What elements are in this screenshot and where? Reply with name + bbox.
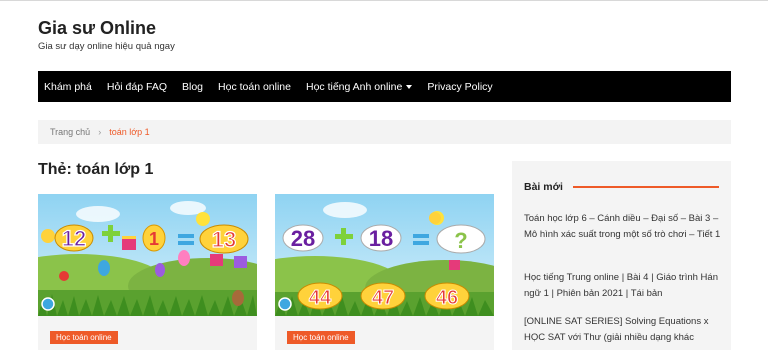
nav-item-blog[interactable]: Blog bbox=[182, 81, 203, 93]
nav-item-label: Học tiếng Anh online bbox=[305, 80, 403, 93]
thumbnail-number: 18 bbox=[369, 226, 393, 251]
category-badge[interactable]: Học toán online bbox=[287, 331, 355, 344]
caret-down-icon bbox=[406, 84, 413, 89]
site-description: Gia sư dạy online hiệu quả ngay bbox=[38, 41, 175, 52]
nav-item-kham-pha[interactable]: Khám phá bbox=[44, 81, 92, 93]
nav-item-label: Học toán online bbox=[218, 80, 291, 93]
nav-item-hoc-toan-online[interactable]: Học toán online bbox=[218, 81, 291, 93]
recent-post-link[interactable]: Học tiếng Trung online | Bài 4 | Giáo tr… bbox=[524, 270, 724, 301]
breadcrumb-current: toán lớp 1 bbox=[109, 127, 150, 137]
nav-item-hoc-tieng-anh-online[interactable]: Học tiếng Anh online bbox=[305, 80, 413, 93]
nav-item-label: Blog bbox=[182, 80, 204, 93]
recent-post-link[interactable]: Toán học lớp 6 – Cánh diều – Đại số – Bà… bbox=[524, 211, 724, 242]
breadcrumb-home-link[interactable]: Trang chủ bbox=[50, 127, 90, 137]
thumbnail-number: 13 bbox=[212, 227, 236, 252]
breadcrumb: Trang chủ › toán lớp 1 bbox=[38, 120, 731, 144]
thumbnail-number: 12 bbox=[62, 226, 86, 251]
nav-item-privacy-policy[interactable]: Privacy Policy bbox=[427, 81, 492, 93]
site-title[interactable]: Gia sư Online bbox=[38, 18, 156, 39]
widget-title: Bài mới bbox=[524, 181, 563, 193]
thumbnail-question-mark: ? bbox=[454, 228, 467, 253]
post-card: 12 1 13 Học toán online bbox=[38, 194, 257, 350]
answer-option: 46 bbox=[436, 287, 458, 309]
nav-item-faq[interactable]: Hỏi đáp FAQ bbox=[107, 81, 167, 93]
nav-item-label: Privacy Policy bbox=[427, 80, 493, 93]
widget-title-divider bbox=[573, 186, 719, 188]
math-game-thumbnail-image: 28 18 ? 44 47 46 bbox=[275, 194, 494, 316]
post-thumbnail[interactable]: 28 18 ? 44 47 46 bbox=[275, 194, 494, 316]
answer-option: 44 bbox=[309, 287, 332, 309]
post-thumbnail[interactable]: 12 1 13 bbox=[38, 194, 257, 316]
post-card: 28 18 ? 44 47 46 Học toán online bbox=[275, 194, 494, 350]
archive-title: Thẻ: toán lớp 1 bbox=[38, 161, 154, 178]
thumbnail-number: 1 bbox=[149, 229, 159, 249]
category-badge[interactable]: Học toán online bbox=[50, 331, 118, 344]
thumbnail-number: 28 bbox=[291, 226, 315, 251]
answer-option: 47 bbox=[372, 287, 394, 309]
nav-item-label: Khám phá bbox=[44, 80, 92, 93]
chevron-right-icon: › bbox=[98, 127, 102, 137]
top-border bbox=[0, 0, 768, 1]
nav-item-label: Hỏi đáp FAQ bbox=[106, 80, 167, 93]
main-navigation: Khám phá Hỏi đáp FAQ Blog Học toán onlin… bbox=[38, 71, 731, 102]
math-game-thumbnail-image: 12 1 13 bbox=[38, 194, 257, 316]
recent-post-link[interactable]: [ONLINE SAT SERIES] Solving Equations x … bbox=[524, 314, 724, 345]
sidebar-recent-posts: Bài mới Toán học lớp 6 – Cánh diều – Đại… bbox=[512, 161, 731, 350]
